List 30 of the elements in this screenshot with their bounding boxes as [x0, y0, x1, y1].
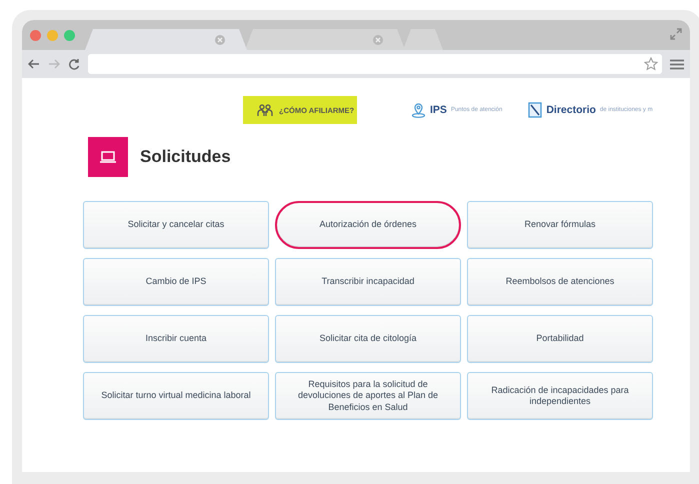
close-tab-icon[interactable] [215, 34, 225, 44]
laptop-icon [88, 137, 128, 177]
request-button[interactable]: Renovar fórmulas [467, 201, 653, 249]
request-button[interactable]: Inscribir cuenta [83, 315, 269, 363]
reload-icon[interactable] [68, 58, 80, 70]
request-button[interactable]: Solicitar turno virtual medicina laboral [83, 372, 269, 420]
map-pin-icon [411, 102, 426, 118]
request-button[interactable]: Solicitar cita de citología [275, 315, 461, 363]
request-button[interactable]: Reembolsos de atenciones [467, 258, 653, 306]
people-icon [257, 104, 273, 116]
expand-icon[interactable] [670, 28, 682, 40]
section-title: Solicitudes [140, 147, 231, 167]
request-button[interactable]: Transcribir incapacidad [275, 258, 461, 306]
zoom-dot-icon[interactable] [64, 30, 75, 40]
back-arrow-icon[interactable] [28, 59, 40, 69]
request-button[interactable]: Autorización de órdenes [275, 201, 461, 249]
forward-arrow-icon[interactable] [48, 59, 60, 69]
request-button[interactable]: Cambio de IPS [83, 258, 269, 306]
request-button[interactable]: Requisitos para la solicitud de devoluciones de aportes al Plan de Beneficios en Salud [275, 372, 461, 420]
star-icon[interactable] [644, 57, 658, 71]
minimize-dot-icon[interactable] [47, 30, 58, 40]
menu-icon[interactable] [670, 58, 684, 70]
close-tab-icon[interactable] [373, 34, 383, 44]
browser-tab[interactable] [245, 29, 405, 50]
request-button[interactable]: Portabilidad [467, 315, 653, 363]
browser-tab[interactable] [403, 29, 443, 50]
request-button[interactable]: Solicitar y cancelar citas [83, 201, 269, 249]
request-button[interactable]: Radicación de incapacidades para independientes [467, 372, 653, 420]
book-icon [528, 102, 542, 118]
close-dot-icon[interactable] [30, 30, 41, 40]
